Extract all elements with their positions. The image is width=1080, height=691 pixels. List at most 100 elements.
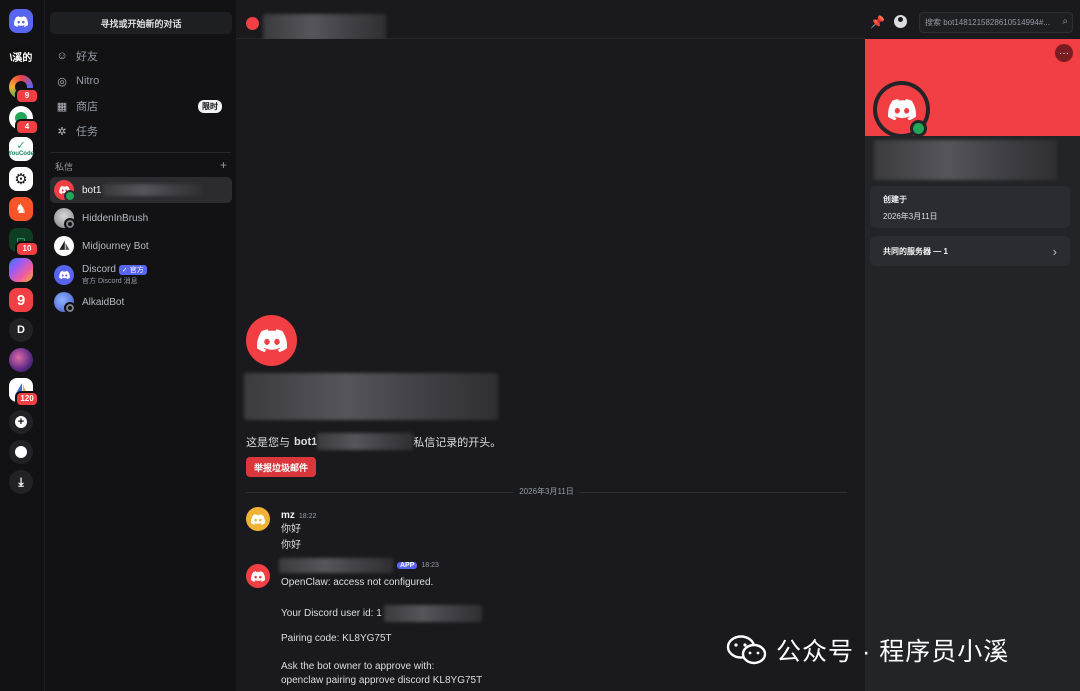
- dm-item-discord[interactable]: Discord ✓ 官方 官方 Discord 消息: [50, 261, 232, 289]
- mention-badge: 4: [15, 119, 39, 135]
- server-d[interactable]: D: [9, 318, 33, 342]
- server-label: D: [17, 324, 25, 336]
- report-spam-button[interactable]: 举报垃圾邮件: [246, 457, 317, 477]
- dm-sidebar: 寻找或开始新的对话 ☺ 好友 ◎ Nitro ▦ 商店 限时 ✲ 任务 私信 +…: [44, 0, 236, 691]
- message-text: 你好: [281, 524, 301, 535]
- avatar: [54, 292, 76, 314]
- nav-quests[interactable]: ✲ 任务: [51, 120, 231, 142]
- download-apps-button[interactable]: ⤓: [9, 470, 33, 494]
- server-terminal[interactable]: ▭ 10: [9, 228, 39, 257]
- explore-button[interactable]: [9, 440, 33, 464]
- message-text: 你好: [281, 540, 301, 551]
- dm-item-alkaidbot[interactable]: AlkaidBot: [50, 289, 232, 315]
- server-green[interactable]: 4: [9, 106, 39, 135]
- dm-name: Midjourney Bot: [82, 240, 149, 252]
- nav-shop[interactable]: ▦ 商店 限时: [51, 95, 231, 117]
- message-text-row: Your Discord user id: 1: [281, 605, 482, 622]
- mention-badge: 10: [15, 241, 39, 257]
- dm-section-title: 私信: [55, 162, 74, 172]
- profile-head: [898, 17, 903, 22]
- wechat-icon: [726, 635, 767, 665]
- check-icon: ✓: [121, 267, 128, 274]
- dm-name: HiddenInBrush: [82, 212, 149, 224]
- discord-logo-icon: [887, 99, 916, 120]
- mutual-servers-button[interactable]: 共同的服务器 — 1 ›: [870, 236, 1070, 266]
- download-icon: ⤓: [18, 474, 24, 489]
- app-badge: APP: [397, 562, 418, 569]
- compass-icon: [15, 446, 27, 458]
- dm-name: AlkaidBot: [82, 296, 125, 308]
- server-youcode[interactable]: ✓ YouCode: [8, 137, 34, 161]
- server-sphere[interactable]: [9, 348, 33, 372]
- message-time: 18:23: [421, 562, 439, 569]
- dm-item-hiddeninbrush[interactable]: HiddenInBrush: [50, 205, 232, 231]
- user-profile-toggle-icon[interactable]: [894, 15, 907, 28]
- redacted-profile-name: [874, 140, 1057, 180]
- chat-area: 这是您与 bot1 私信记录的开头。 举报垃圾邮件 2026年3月11日 mz 1…: [236, 8, 865, 691]
- search-icon: ⌕: [1062, 16, 1068, 27]
- discord-home-button[interactable]: [9, 9, 33, 33]
- server-nine[interactable]: 9: [9, 288, 33, 312]
- server-label: \溪的: [9, 52, 33, 64]
- add-server-button[interactable]: +: [9, 410, 33, 434]
- more-options-button[interactable]: ···: [1055, 44, 1073, 62]
- nav-label: 好友: [76, 51, 98, 63]
- mention-badge: 120: [15, 391, 39, 407]
- online-status-dot: [910, 120, 927, 137]
- plus-icon: +: [15, 416, 27, 428]
- user-avatar[interactable]: [246, 507, 270, 531]
- intro-prefix: 这是您与: [246, 436, 290, 449]
- dm-intro-text: 这是您与 bot1 私信记录的开头。: [246, 433, 501, 450]
- avatar: [54, 265, 74, 285]
- redacted-name: [103, 184, 204, 196]
- nav-friends[interactable]: ☺ 好友: [51, 45, 231, 67]
- redacted-channel-name: [263, 14, 386, 41]
- divider: [51, 152, 231, 153]
- bot-avatar[interactable]: [246, 564, 270, 588]
- online-status-dot: [64, 190, 76, 202]
- date-label: 2026年3月11日: [513, 486, 580, 497]
- server-gear[interactable]: ⚙: [9, 167, 33, 191]
- create-dm-button[interactable]: +: [220, 159, 227, 173]
- discord-logo-icon: [58, 271, 70, 279]
- nav-nitro[interactable]: ◎ Nitro: [51, 70, 231, 92]
- created-value: 2026年3月11日: [883, 212, 938, 221]
- friends-icon: ☺: [56, 50, 68, 62]
- watermark: 公众号 · 程序员小溪: [726, 632, 1009, 668]
- avatar: [54, 180, 76, 202]
- offline-status-dot: [64, 218, 76, 230]
- redacted-id: [317, 433, 414, 450]
- date-divider: 2026年3月11日: [246, 486, 847, 498]
- offline-status-dot: [64, 302, 76, 314]
- sail-icon: [59, 240, 70, 250]
- server-brave[interactable]: ♞: [9, 197, 33, 221]
- search-input[interactable]: 搜索 bot1481215828610514994#... ⌕: [919, 12, 1073, 33]
- discord-logo-icon: [251, 570, 265, 582]
- message-text: Your Discord user id: 1: [281, 608, 382, 619]
- created-label: 创建于: [883, 195, 907, 204]
- dm-item-midjourney[interactable]: Midjourney Bot: [50, 233, 232, 259]
- chat-header: [236, 8, 865, 41]
- message-header: mz 18:22: [281, 507, 316, 521]
- gear-icon: ⚙: [14, 171, 28, 188]
- watermark-text: 公众号 · 程序员小溪: [776, 638, 1010, 666]
- redacted-author: [279, 558, 393, 573]
- search-placeholder: 搜索 bot1481215828610514994#...: [925, 18, 1050, 27]
- find-conversation-button[interactable]: 寻找或开始新的对话: [50, 12, 232, 34]
- member-since-card: 创建于 2026年3月11日: [870, 186, 1070, 228]
- server-xiaoxi[interactable]: \溪的: [9, 44, 33, 68]
- shop-icon: ▦: [56, 100, 68, 113]
- dm-item-bot[interactable]: bot1: [50, 177, 232, 203]
- discord-logo-icon: [251, 513, 265, 525]
- server-copilot[interactable]: [9, 258, 33, 282]
- mention-badge: 9: [15, 88, 39, 104]
- nav-label: 商店: [76, 101, 98, 113]
- server-ring[interactable]: 9: [9, 75, 39, 104]
- dm-name: Discord: [82, 264, 116, 275]
- server-rail: \溪的 9 4 ✓ YouCode ⚙ ♞ ▭ 10 9 D 120 + ⤓: [0, 0, 44, 691]
- message-text: Pairing code: KL8YG75T: [281, 633, 392, 644]
- limited-tag: 限时: [198, 100, 222, 113]
- server-sail[interactable]: 120: [9, 378, 39, 407]
- pin-icon[interactable]: 📌: [870, 15, 885, 29]
- redacted-user-id: [383, 605, 482, 622]
